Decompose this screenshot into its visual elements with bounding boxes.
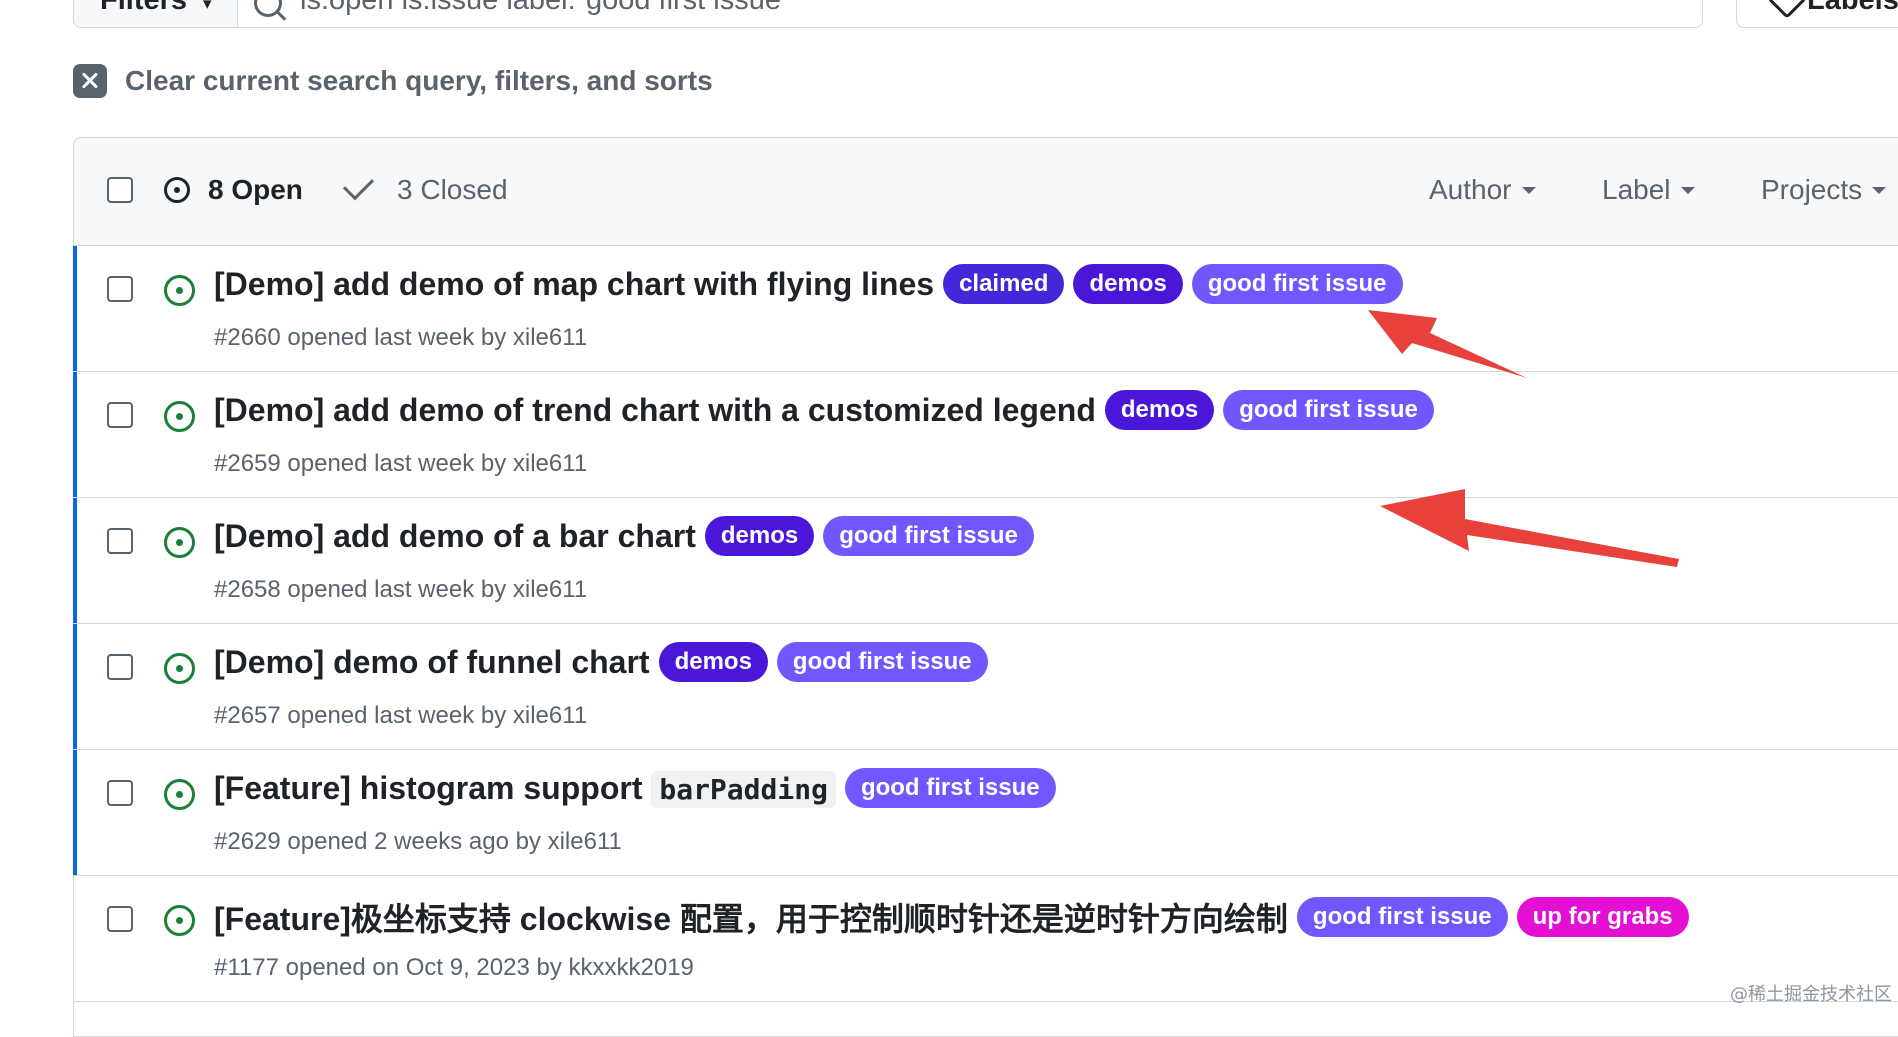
issue-checkbox[interactable]	[107, 906, 133, 932]
issue-opened-icon	[164, 527, 195, 558]
issue-opened-icon	[164, 779, 195, 810]
caret-down-icon	[1680, 186, 1695, 194]
issue-list-header: 8 Open 3 Closed Author Label Projects	[74, 138, 1898, 246]
author-menu-label: Author	[1429, 174, 1512, 205]
issue-title-link[interactable]: [Feature] histogram support barPadding	[214, 769, 836, 808]
label-up-for-grabs[interactable]: up for grabs	[1516, 897, 1689, 937]
closed-issues-tab[interactable]: 3 Closed	[342, 168, 508, 206]
issue-list: 8 Open 3 Closed Author Label Projects [D…	[73, 137, 1898, 1037]
label-claimed[interactable]: claimed	[943, 264, 1065, 304]
issue-meta: #2657 opened last week by xile611	[214, 702, 588, 729]
issue-opened-icon	[164, 275, 195, 306]
chevron-down-icon: ▾	[203, 0, 212, 13]
clear-search-link[interactable]: Clear current search query, filters, and…	[73, 63, 713, 99]
issue-meta: #1177 opened on Oct 9, 2023 by kkxxkk201…	[214, 954, 694, 981]
author-menu[interactable]: Author	[1429, 174, 1536, 206]
closed-count: 3 Closed	[397, 174, 508, 205]
issue-title-link[interactable]: [Feature]极坐标支持 clockwise 配置，用于控制顺时针还是逆时针…	[214, 894, 1288, 940]
issue-title-link[interactable]: [Demo] demo of funnel chart	[214, 644, 650, 681]
open-count: 8 Open	[208, 174, 303, 205]
tag-icon	[1767, 0, 1807, 19]
issue-row[interactable]: [Feature] histogram support barPadding g…	[73, 750, 1898, 876]
issue-title-line: [Feature]极坐标支持 clockwise 配置，用于控制顺时针还是逆时针…	[214, 894, 1689, 940]
issue-meta: #2658 opened last week by xile611	[214, 576, 588, 603]
issue-title-text: [Feature] histogram support	[214, 769, 643, 806]
issue-meta: #2660 opened last week by xile611	[214, 324, 588, 351]
issue-title-line: [Feature] histogram support barPadding g…	[214, 768, 1056, 808]
issue-opened-icon	[164, 177, 190, 203]
issue-title-line: [Demo] demo of funnel chart demos good f…	[214, 642, 988, 682]
filters-label: Filters	[100, 0, 188, 16]
check-icon	[342, 168, 375, 200]
issue-row[interactable]: [Demo] demo of funnel chart demos good f…	[73, 624, 1898, 750]
issue-row[interactable]: [Feature]极坐标支持 clockwise 配置，用于控制顺时针还是逆时针…	[74, 876, 1898, 1002]
open-issues-tab[interactable]: 8 Open	[164, 174, 303, 206]
label-demos[interactable]: demos	[658, 642, 768, 682]
issue-title-link[interactable]: [Demo] add demo of trend chart with a cu…	[214, 392, 1096, 429]
label-menu-label: Label	[1602, 174, 1671, 205]
issue-opened-icon	[164, 653, 195, 684]
issue-checkbox[interactable]	[107, 276, 133, 302]
label-demos[interactable]: demos	[1073, 264, 1183, 304]
search-query: is:open is:issue label:"good first issue…	[300, 0, 792, 16]
issue-row[interactable]: [Demo] add demo of trend chart with a cu…	[73, 372, 1898, 498]
labels-button-label: Labels	[1807, 0, 1898, 16]
search-input[interactable]: is:open is:issue label:"good first issue…	[237, 0, 1703, 28]
search-bar: Filters ▾ is:open is:issue label:"good fi…	[73, 0, 1703, 28]
label-good-first-issue[interactable]: good first issue	[844, 768, 1056, 808]
issue-row[interactable]: [Demo] add demo of map chart with flying…	[73, 246, 1898, 372]
clear-search-text: Clear current search query, filters, and…	[125, 65, 713, 96]
label-demos[interactable]: demos	[704, 516, 815, 556]
caret-down-icon	[1872, 186, 1887, 194]
watermark: @稀土掘金技术社区	[1730, 984, 1892, 1005]
issue-title-line: [Demo] add demo of map chart with flying…	[214, 264, 1403, 304]
issue-title-line: [Demo] add demo of trend chart with a cu…	[214, 390, 1434, 430]
label-menu[interactable]: Label	[1602, 174, 1695, 206]
issue-checkbox[interactable]	[107, 654, 133, 680]
issue-meta: #2629 opened 2 weeks ago by xile611	[214, 828, 622, 855]
caret-down-icon	[1521, 186, 1536, 194]
close-icon[interactable]	[73, 64, 107, 98]
issue-title-line: [Demo] add demo of a bar chart demos goo…	[214, 516, 1034, 556]
issue-checkbox[interactable]	[107, 780, 133, 806]
label-good-first-issue[interactable]: good first issue	[1191, 264, 1403, 304]
issue-meta: #2659 opened last week by xile611	[214, 450, 588, 477]
label-good-first-issue[interactable]: good first issue	[776, 642, 988, 682]
issue-title-link[interactable]: [Demo] add demo of a bar chart	[214, 518, 696, 555]
label-good-first-issue[interactable]: good first issue	[1296, 897, 1508, 937]
select-all-checkbox[interactable]	[107, 177, 133, 203]
issue-title-link[interactable]: [Demo] add demo of map chart with flying…	[214, 266, 934, 303]
inline-code: barPadding	[651, 770, 836, 808]
issue-opened-icon	[164, 905, 195, 936]
projects-menu[interactable]: Projects	[1761, 174, 1887, 206]
search-icon	[254, 0, 282, 17]
filters-button[interactable]: Filters ▾	[73, 0, 238, 28]
labels-button[interactable]: Labels	[1736, 0, 1898, 28]
label-demos[interactable]: demos	[1104, 390, 1215, 430]
projects-menu-label: Projects	[1761, 174, 1863, 205]
label-good-first-issue[interactable]: good first issue	[1223, 390, 1434, 430]
label-good-first-issue[interactable]: good first issue	[823, 516, 1034, 556]
issue-row[interactable]: [Demo] add demo of a bar chart demos goo…	[73, 498, 1898, 624]
issue-opened-icon	[164, 401, 195, 432]
issue-checkbox[interactable]	[107, 528, 133, 554]
issue-checkbox[interactable]	[107, 402, 133, 428]
